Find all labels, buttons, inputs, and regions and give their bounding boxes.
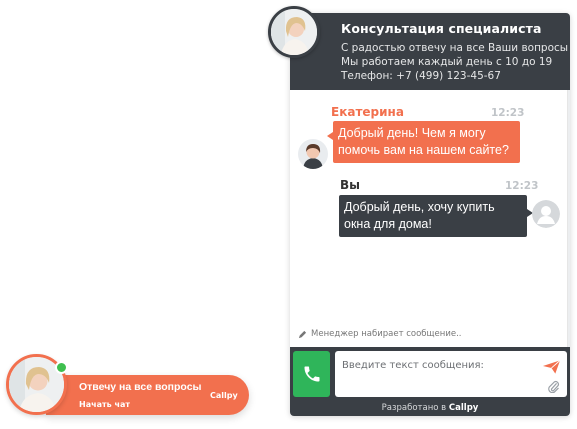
message-time: 12:23 [505, 180, 539, 192]
message-input-box [335, 351, 567, 397]
online-status-dot [55, 361, 68, 374]
message-line: Добрый день! Чем я могу [338, 126, 486, 140]
chat-title: Консультация специалиста [341, 21, 542, 36]
scrollbar[interactable] [568, 90, 570, 348]
operator-avatar [298, 139, 328, 169]
powered-by: Разработано в Callpy [290, 403, 570, 413]
message-author: Вы [340, 178, 360, 192]
header-phone[interactable]: Телефон: +7 (499) 123-45-67 [341, 70, 501, 82]
user-message-bubble: Добрый день, хочу купить окна для дома! [339, 195, 533, 237]
call-button[interactable] [293, 351, 330, 397]
message-time: 12:23 [491, 107, 525, 119]
launcher-title: Отвечу на все вопросы [79, 381, 202, 393]
operator-header-avatar [268, 6, 320, 58]
send-icon[interactable] [542, 359, 561, 375]
header-tagline: С радостью отвечу на все Ваши вопросы [341, 42, 569, 54]
phone-icon [304, 366, 319, 382]
message-author: Екатерина [331, 105, 404, 119]
launcher-start-chat: Начать чат [79, 400, 130, 409]
pencil-icon [298, 330, 307, 338]
message-line: окна для дома! [344, 217, 432, 231]
message-line: помочь вам на нашем сайте? [338, 143, 509, 157]
launcher-brand: Callpy [210, 391, 238, 400]
operator-message-bubble: Добрый день! Чем я могу помочь вам на на… [327, 121, 520, 163]
chat-header: Консультация специалиста С радостью отве… [290, 13, 570, 90]
chat-launcher-button[interactable]: Отвечу на все вопросы Начать чат Callpy [46, 375, 249, 415]
chat-footer: Разработано в Callpy [290, 347, 570, 416]
powered-brand-link[interactable]: Callpy [449, 403, 478, 413]
typing-text: Менеджер набирает сообщение.. [311, 329, 462, 339]
paperclip-icon[interactable] [547, 380, 560, 393]
message-line: Добрый день, хочу купить [344, 200, 495, 214]
typing-indicator: Менеджер набирает сообщение.. [298, 329, 462, 339]
chat-window: Консультация специалиста С радостью отве… [290, 13, 570, 416]
message-input[interactable] [335, 351, 535, 397]
powered-prefix: Разработано в [381, 403, 447, 413]
user-placeholder-icon [532, 200, 560, 228]
header-hours: Мы работаем каждый день с 10 до 19 [341, 56, 553, 68]
message-list[interactable]: Екатерина 12:23 Добрый день! Чем я могу … [290, 90, 568, 348]
